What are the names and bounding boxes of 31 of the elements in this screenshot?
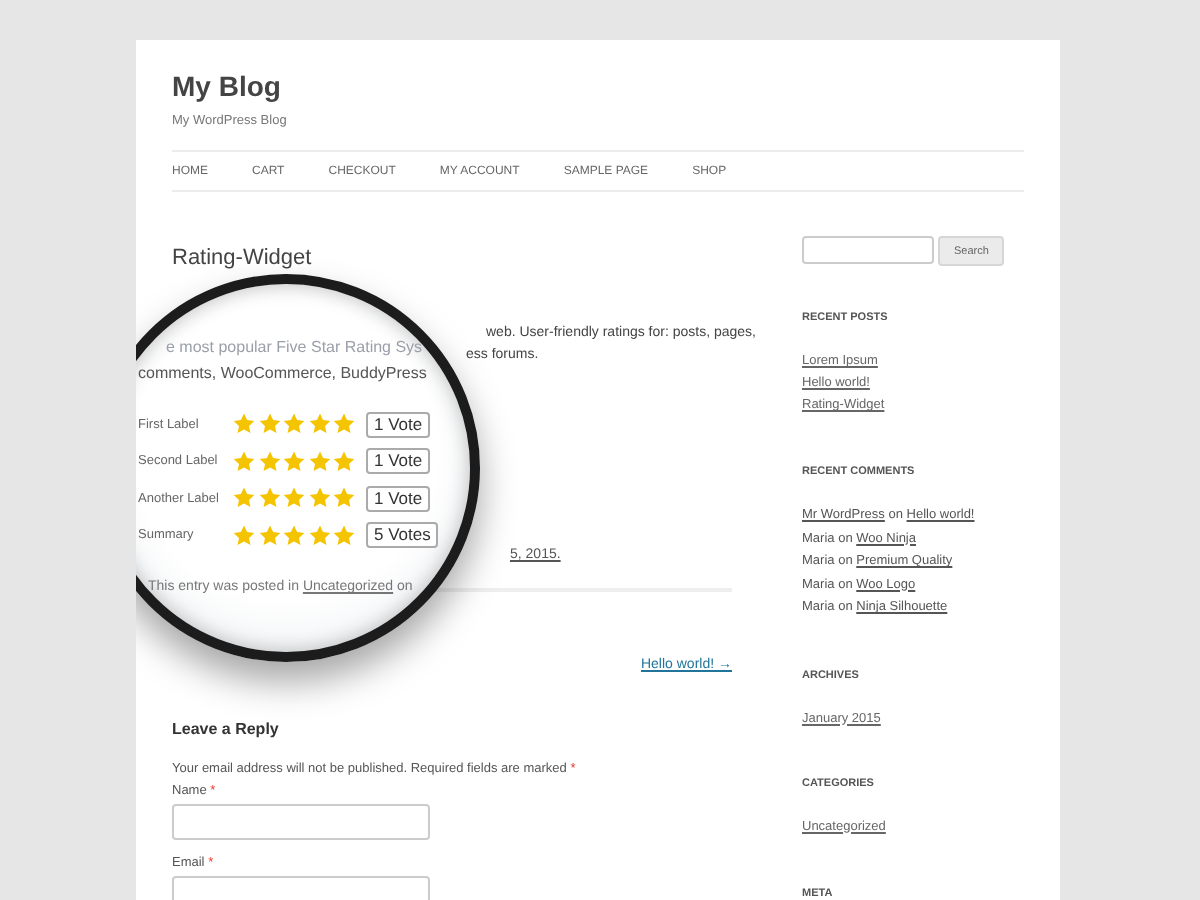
- reply-title: Leave a Reply: [172, 720, 279, 738]
- star-icon: [232, 412, 256, 437]
- star-icon: [332, 449, 356, 474]
- vote-count: 1 Vote: [366, 485, 431, 512]
- star-icon: [232, 523, 256, 548]
- star-icon: [307, 449, 331, 474]
- post-title: Rating-Widget: [172, 246, 312, 270]
- star-icon: [307, 412, 331, 437]
- vote-count: 1 Vote: [366, 448, 431, 475]
- star-icon: [232, 486, 256, 511]
- star-icon: [282, 412, 306, 437]
- star-icon: [257, 523, 281, 548]
- star-icon: [257, 412, 281, 437]
- star-icon: [307, 486, 331, 511]
- site-title[interactable]: My Blog: [172, 40, 1024, 102]
- magnified-text: e most popular Five Star Rating Sys: [166, 336, 423, 360]
- star-icon: [332, 412, 356, 437]
- magnified-text: comments, WooCommerce, BuddyPress: [138, 362, 427, 386]
- star-icon: [282, 486, 306, 511]
- vote-count: 5 Votes: [366, 522, 439, 549]
- star-icon: [332, 523, 356, 548]
- vote-count: 1 Vote: [366, 411, 431, 438]
- star-icon: [257, 449, 281, 474]
- search-field[interactable]: [802, 236, 934, 264]
- input-field[interactable]: [172, 804, 430, 840]
- star-icon: [282, 523, 306, 548]
- star-icon: [232, 449, 256, 474]
- star-icon: [282, 449, 306, 474]
- star-icon: [332, 486, 356, 511]
- star-icon: [307, 523, 331, 548]
- star-icon: [257, 486, 281, 511]
